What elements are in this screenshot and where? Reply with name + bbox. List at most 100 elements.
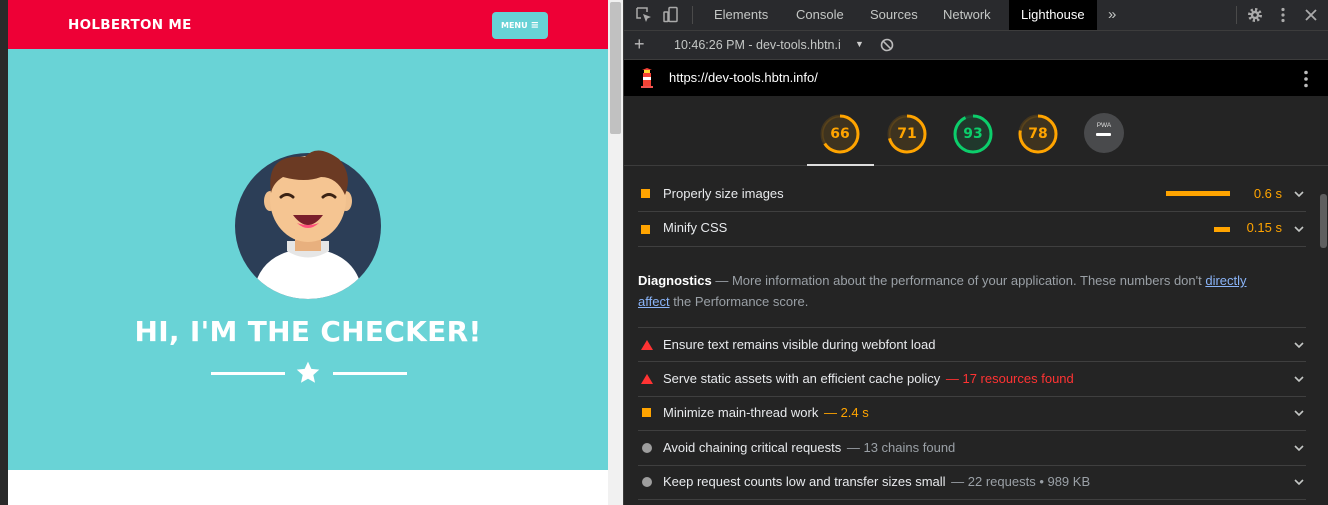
audit-row[interactable]: Keep request counts low and transfer siz…	[638, 466, 1306, 500]
lighthouse-logo-icon	[641, 68, 653, 88]
close-icon[interactable]	[1302, 6, 1320, 24]
toolbar-separator	[1236, 6, 1237, 24]
report-scrollbar-thumb[interactable]	[1320, 194, 1327, 248]
audit-row[interactable]: Serve static assets with an efficient ca…	[638, 362, 1306, 397]
tab-sources[interactable]: Sources	[858, 0, 930, 30]
menu-button[interactable]: MENU ≡	[492, 12, 548, 39]
viewport-edge	[0, 0, 8, 505]
clear-reports-icon[interactable]	[880, 38, 894, 52]
audit-title-text: Keep request counts low and transfer siz…	[663, 474, 946, 489]
tab-lighthouse[interactable]: Lighthouse	[1009, 0, 1097, 30]
info-circle-icon	[642, 443, 652, 453]
audit-row[interactable]: Ensure text remains visible during webfo…	[638, 327, 1306, 362]
devtools-panel: Elements Console Sources Network Lightho…	[623, 0, 1328, 505]
audit-display-value: — 22 requests • 989 KB	[951, 474, 1091, 489]
site-header: HOLBERTON ME MENU ≡	[8, 0, 608, 49]
fail-triangle-icon	[641, 374, 653, 384]
diagnostics-tail: the Performance score.	[673, 294, 809, 309]
diagnostics-heading: Diagnostics	[638, 273, 712, 288]
star-icon	[296, 361, 320, 383]
pwa-label: PWA	[1096, 122, 1112, 129]
more-options-icon[interactable]	[1274, 6, 1292, 24]
website-viewport: HOLBERTON ME MENU ≡ HI, I'M THE CHECKER!	[0, 0, 623, 505]
savings-value: 0.15 s	[1246, 220, 1282, 235]
fail-triangle-icon	[641, 340, 653, 350]
page: HOLBERTON ME MENU ≡ HI, I'M THE CHECKER!	[8, 0, 608, 505]
toolbar-separator	[692, 6, 693, 24]
audit-row[interactable]: Minify CSS 0.15 s	[638, 212, 1306, 247]
page-scrollbar[interactable]	[608, 0, 623, 505]
page-scrollbar-thumb[interactable]	[610, 2, 621, 134]
link-word-2: affect	[638, 294, 670, 309]
score-gauge-best-practices[interactable]: 93	[952, 113, 994, 155]
audit-list: Properly size images 0.6 s Minify CSS 0.…	[624, 166, 1314, 505]
report-scrollbar[interactable]	[1317, 166, 1328, 505]
chevron-down-icon[interactable]	[1294, 376, 1304, 383]
diagnostics-description: Diagnostics — More information about the…	[638, 270, 1278, 312]
hero-section: HI, I'M THE CHECKER!	[8, 49, 608, 470]
audit-title: Minify CSS	[663, 220, 728, 235]
audit-display-value: — 2.4 s	[823, 405, 869, 420]
devtools-tabbar: Elements Console Sources Network Lightho…	[624, 0, 1328, 31]
score-gauge-seo[interactable]: 78	[1017, 113, 1059, 155]
audit-title-text: Avoid chaining critical requests	[663, 440, 842, 455]
diagnostics-text: More information about the performance o…	[731, 273, 1202, 288]
audit-row[interactable]: Properly size images 0.6 s	[638, 176, 1306, 212]
score-value: 93	[963, 126, 983, 142]
tab-network[interactable]: Network	[931, 0, 1003, 30]
average-square-icon	[642, 408, 651, 417]
audit-row[interactable]: Avoid chaining critical requests — 13 ch…	[638, 431, 1306, 466]
chevron-down-icon[interactable]	[1294, 445, 1304, 452]
average-square-icon	[641, 189, 650, 198]
avatar	[235, 150, 381, 299]
audit-title: Serve static assets with an efficient ca…	[663, 371, 1074, 386]
audit-title: Keep request counts low and transfer siz…	[663, 474, 1090, 489]
chevron-down-icon[interactable]	[1294, 479, 1304, 486]
chevron-down-icon[interactable]	[1294, 342, 1304, 349]
report-url: https://dev-tools.hbtn.info/	[669, 70, 818, 85]
audit-title-text: Serve static assets with an efficient ca…	[663, 371, 941, 386]
menu-label: MENU	[500, 21, 528, 30]
tab-console[interactable]: Console	[784, 0, 856, 30]
savings-bar	[1166, 191, 1230, 196]
link-word-1: directly	[1205, 273, 1247, 288]
new-report-icon[interactable]: +	[634, 34, 645, 55]
score-value: 71	[897, 126, 917, 142]
inspect-element-icon[interactable]	[635, 6, 653, 24]
score-gauge-performance[interactable]: 66	[819, 113, 861, 155]
lighthouse-toolbar: + 10:46:26 PM - dev-tools.hbtn.i ▼	[624, 31, 1328, 60]
score-gauges: 66 71 93 78 PWA	[624, 96, 1328, 166]
site-brand[interactable]: HOLBERTON ME	[68, 17, 192, 33]
more-tabs-icon[interactable]: »	[1102, 0, 1122, 30]
audit-display-value: — 13 chains found	[846, 440, 956, 455]
audit-title: Properly size images	[663, 186, 784, 201]
chevron-down-icon[interactable]	[1294, 410, 1304, 417]
report-menu-icon[interactable]	[1303, 69, 1309, 89]
audit-title: Minimize main-thread work — 2.4 s	[663, 405, 869, 420]
audit-title: Avoid chaining critical requests — 13 ch…	[663, 440, 955, 455]
report-selector[interactable]: 10:46:26 PM - dev-tools.hbtn.i	[674, 38, 841, 52]
audit-row[interactable]: Minimize main-thread work — 2.4 s	[638, 397, 1306, 431]
divider-line-right	[333, 372, 407, 375]
chevron-down-icon[interactable]	[1294, 191, 1304, 198]
divider-line-left	[211, 372, 285, 375]
gear-icon[interactable]	[1246, 6, 1264, 24]
diagnostics-dash: —	[715, 273, 729, 288]
score-gauge-accessibility[interactable]: 71	[886, 113, 928, 155]
info-circle-icon	[642, 477, 652, 487]
score-value: 66	[830, 126, 850, 142]
score-gauge-pwa[interactable]: PWA	[1084, 113, 1124, 153]
savings-value: 0.6 s	[1253, 186, 1282, 201]
chevron-down-icon[interactable]: ▼	[855, 39, 864, 49]
hamburger-icon: ≡	[530, 19, 539, 31]
savings-bar	[1214, 227, 1230, 232]
pwa-dash-icon	[1096, 133, 1111, 136]
audit-display-value: — 17 resources found	[945, 371, 1074, 386]
score-value: 78	[1028, 126, 1048, 142]
chevron-down-icon[interactable]	[1294, 226, 1304, 233]
device-toolbar-icon[interactable]	[662, 6, 680, 24]
audit-title-text: Ensure text remains visible during webfo…	[663, 337, 936, 352]
audit-title: Ensure text remains visible during webfo…	[663, 337, 935, 352]
hero-title: HI, I'M THE CHECKER!	[134, 315, 482, 348]
tab-elements[interactable]: Elements	[702, 0, 780, 30]
